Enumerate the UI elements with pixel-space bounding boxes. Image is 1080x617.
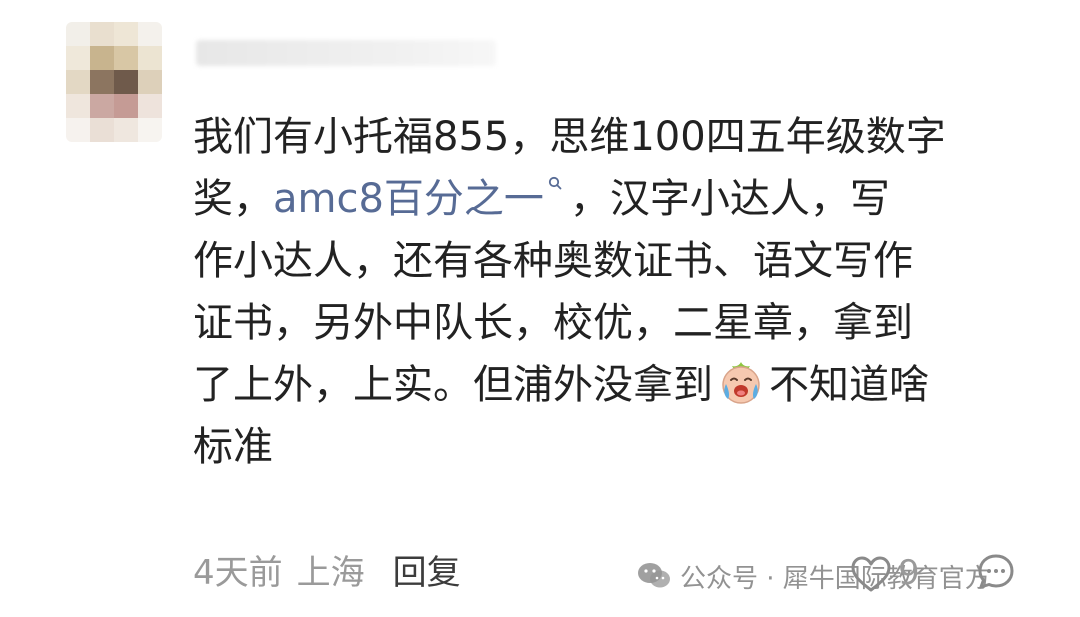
comment-bubble-icon[interactable]: [976, 552, 1016, 592]
search-icon: [548, 176, 562, 190]
watermark: 公众号 · 犀牛国际教育官方: [636, 556, 991, 596]
comment-line: 奖，amc8百分之一 ，汉字小达人，写: [193, 168, 1053, 230]
amc8-search-link[interactable]: amc8百分之一: [273, 176, 544, 222]
heart-outline-icon[interactable]: [850, 555, 892, 593]
crying-face-emoji-icon: [722, 362, 760, 404]
comment-meta: 4天前 上海 回复: [193, 548, 475, 598]
comment-text-segment: 了上外，上实。但浦外没拿到: [193, 362, 713, 408]
wechat-icon: [638, 563, 670, 588]
comment-line: 我们有小托福855，思维100四五年级数字: [193, 114, 946, 160]
reply-button[interactable]: 回复: [393, 553, 461, 593]
comment-text-segment: ，汉字小达人，写: [569, 176, 890, 222]
comment-line: 作小达人，还有各种奥数证书、语文写作: [193, 238, 913, 284]
like-count: 9: [898, 553, 920, 593]
comment-time: 4天前: [193, 553, 283, 593]
comment-text-segment: 奖，: [193, 176, 273, 222]
comment-line: 标准: [193, 424, 273, 470]
watermark-text: 公众号 · 犀牛国际教育官方: [680, 563, 991, 594]
avatar[interactable]: [66, 22, 162, 142]
comment-line: 证书，另外中队长，校优，二星章，拿到: [193, 300, 913, 346]
comment-line: 了上外，上实。但浦外没拿到 不知道啥: [193, 354, 1053, 416]
comment-text: 我们有小托福855，思维100四五年级数字 奖，amc8百分之一 ，汉字小达人，写…: [193, 106, 1053, 478]
comment-text-segment: 不知道啥: [769, 362, 929, 408]
username-blurred[interactable]: [196, 40, 496, 66]
comment-location: 上海: [296, 553, 365, 593]
